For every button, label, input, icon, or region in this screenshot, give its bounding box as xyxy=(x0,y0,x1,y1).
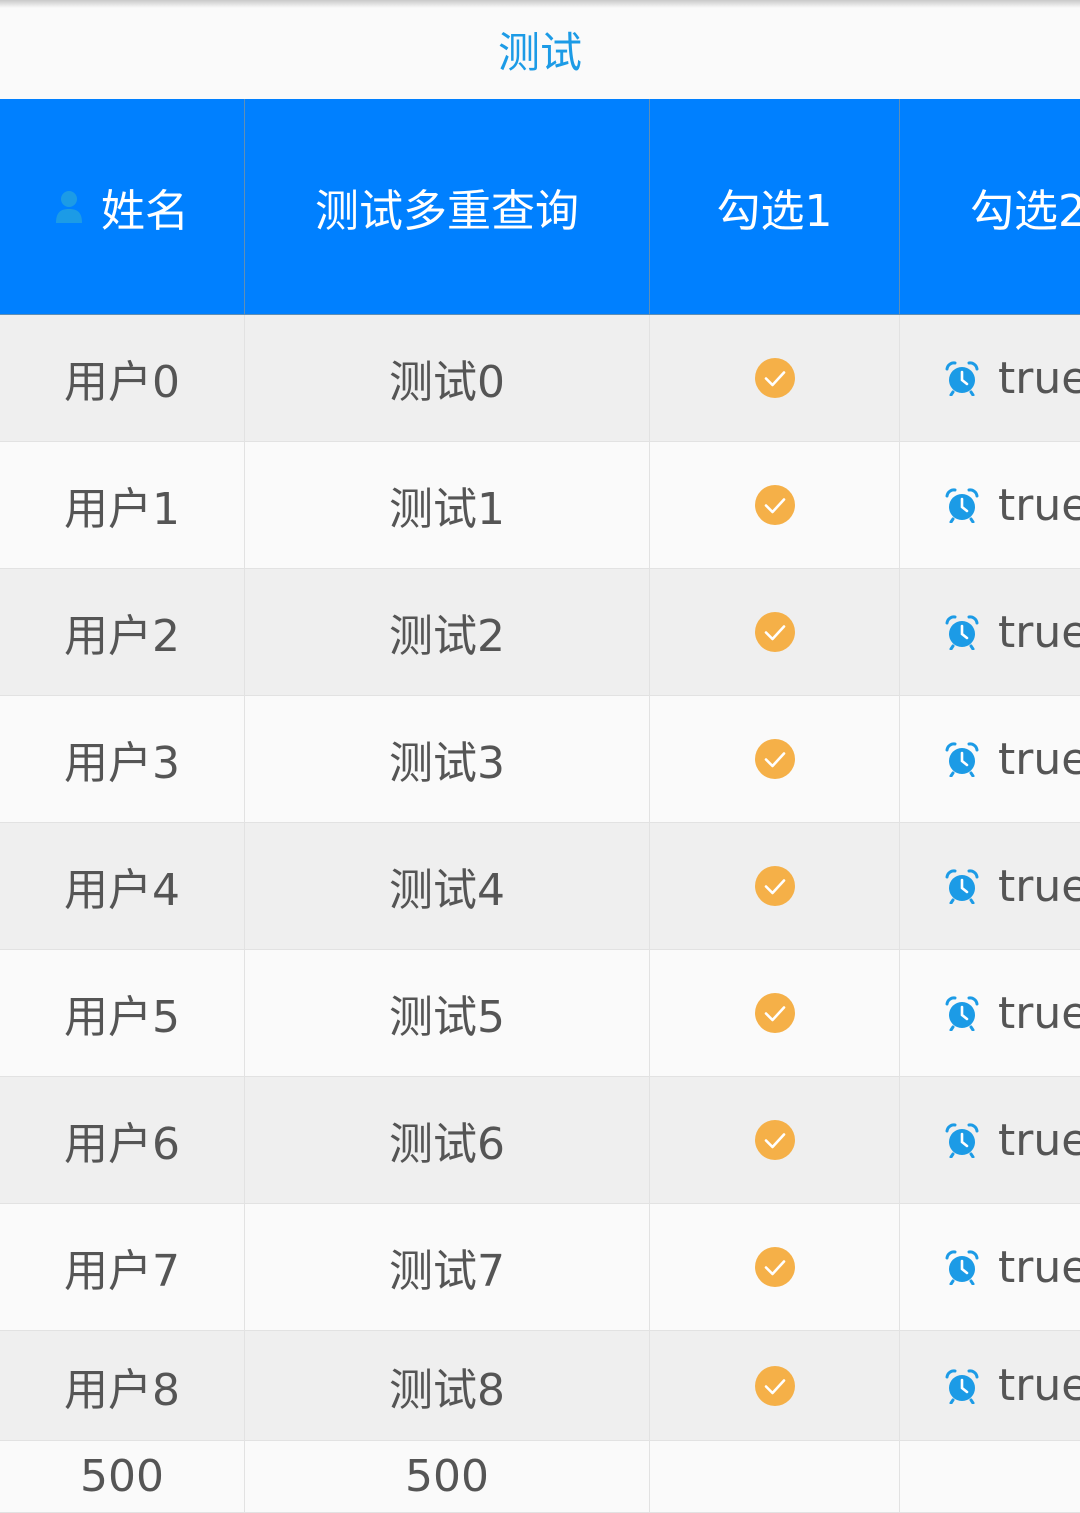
cell-text: 用户1 xyxy=(64,484,180,535)
cell-text: true xyxy=(998,606,1080,658)
check-circle-icon xyxy=(754,866,795,906)
cell-text: true xyxy=(998,1360,1080,1411)
table-cell-test[interactable]: 测试2 xyxy=(245,569,650,696)
cell-text: 用户6 xyxy=(64,1119,180,1170)
check-circle-icon xyxy=(754,485,795,525)
table-cell-test[interactable]: 测试1 xyxy=(245,442,650,569)
alarm-clock-icon xyxy=(945,361,979,396)
footer-text: 500 xyxy=(405,1451,489,1502)
page-title: 测试 xyxy=(497,28,582,77)
alarm-clock-icon xyxy=(945,1123,979,1158)
cell-text: 测试6 xyxy=(389,1119,505,1170)
cell-text: 用户0 xyxy=(64,357,180,408)
cell-text: true xyxy=(998,987,1080,1039)
table-cell-name[interactable]: 用户2 xyxy=(0,569,245,696)
table-cell-check2[interactable]: true xyxy=(900,1077,1080,1204)
table-cell-check1[interactable] xyxy=(650,442,900,569)
alarm-clock-icon xyxy=(945,488,979,523)
cell-text: true xyxy=(998,479,1080,531)
person-icon xyxy=(56,190,82,223)
table-cell-name[interactable]: 用户0 xyxy=(0,315,245,442)
table-footer-cell xyxy=(900,1441,1080,1513)
footer-text: 500 xyxy=(80,1451,164,1502)
cell-text: true xyxy=(998,352,1080,404)
alarm-clock-icon xyxy=(945,996,979,1031)
column-header-label: 姓名 xyxy=(101,185,189,237)
check-circle-icon xyxy=(754,1247,795,1287)
cell-text: 测试0 xyxy=(389,357,505,408)
cell-text: true xyxy=(998,860,1080,912)
cell-text: true xyxy=(998,1241,1080,1293)
table-cell-check1[interactable] xyxy=(650,569,900,696)
cell-text: 用户4 xyxy=(64,865,180,916)
alarm-clock-icon xyxy=(945,1368,979,1404)
cell-text: true xyxy=(998,733,1080,785)
check-circle-icon xyxy=(754,739,795,779)
table-cell-check1[interactable] xyxy=(650,1077,900,1204)
table-cell-name[interactable]: 用户1 xyxy=(0,442,245,569)
table-cell-check1[interactable] xyxy=(650,315,900,442)
table-cell-check2[interactable]: true xyxy=(900,442,1080,569)
table-cell-test[interactable]: 测试0 xyxy=(245,315,650,442)
table-cell-check1[interactable] xyxy=(650,823,900,950)
column-header-check1[interactable]: 勾选1 xyxy=(650,99,900,315)
table-cell-check1[interactable] xyxy=(650,1204,900,1331)
cell-text: 用户7 xyxy=(64,1246,180,1297)
table-cell-name[interactable]: 用户8 xyxy=(0,1331,245,1441)
cell-text: 用户5 xyxy=(64,992,180,1043)
table-cell-check1[interactable] xyxy=(650,696,900,823)
alarm-clock-icon xyxy=(945,615,979,650)
table-cell-test[interactable]: 测试8 xyxy=(245,1331,650,1441)
cell-text: 用户3 xyxy=(64,738,180,789)
column-header-label: 测试多重查询 xyxy=(315,185,579,237)
table-cell-test[interactable]: 测试7 xyxy=(245,1204,650,1331)
table-cell-check2[interactable]: true xyxy=(900,569,1080,696)
alarm-clock-icon xyxy=(945,742,979,777)
table-footer-cell: 500 xyxy=(0,1441,245,1513)
title-bar: 测试 xyxy=(0,0,1080,99)
table-cell-name[interactable]: 用户6 xyxy=(0,1077,245,1204)
table-cell-test[interactable]: 测试5 xyxy=(245,950,650,1077)
table-cell-check2[interactable]: true xyxy=(900,1331,1080,1441)
table-cell-name[interactable]: 用户7 xyxy=(0,1204,245,1331)
cell-text: 用户8 xyxy=(64,1364,180,1416)
cell-text: 测试1 xyxy=(389,484,505,535)
cell-text: 测试3 xyxy=(389,738,505,789)
table-cell-test[interactable]: 测试6 xyxy=(245,1077,650,1204)
table-cell-check2[interactable]: true xyxy=(900,1204,1080,1331)
table-cell-check2[interactable]: true xyxy=(900,950,1080,1077)
check-circle-icon xyxy=(754,612,795,652)
cell-text: 测试7 xyxy=(389,1246,505,1297)
cell-text: 测试5 xyxy=(389,992,505,1043)
alarm-clock-icon xyxy=(945,869,979,904)
table-cell-name[interactable]: 用户3 xyxy=(0,696,245,823)
status-shadow xyxy=(0,0,1080,8)
column-header-label: 勾选2 xyxy=(970,185,1080,237)
check-circle-icon xyxy=(754,1120,795,1160)
alarm-clock-icon xyxy=(945,1250,979,1285)
column-header-test[interactable]: 测试多重查询 xyxy=(245,99,650,315)
table-cell-check2[interactable]: true xyxy=(900,823,1080,950)
cell-text: 测试2 xyxy=(389,611,505,662)
column-header-name[interactable]: 姓名 xyxy=(0,99,245,315)
check-circle-icon xyxy=(754,1365,795,1406)
table-cell-name[interactable]: 用户5 xyxy=(0,950,245,1077)
check-circle-icon xyxy=(754,993,795,1033)
table-cell-check1[interactable] xyxy=(650,950,900,1077)
table-footer-cell: 500 xyxy=(245,1441,650,1513)
cell-text: 测试4 xyxy=(389,865,505,916)
table-cell-name[interactable]: 用户4 xyxy=(0,823,245,950)
cell-text: 测试8 xyxy=(389,1364,505,1416)
table-cell-test[interactable]: 测试3 xyxy=(245,696,650,823)
column-header-check2[interactable]: 勾选2 xyxy=(900,99,1080,315)
table-cell-check2[interactable]: true xyxy=(900,315,1080,442)
table-footer-cell xyxy=(650,1441,900,1513)
table-cell-test[interactable]: 测试4 xyxy=(245,823,650,950)
cell-text: true xyxy=(998,1114,1080,1166)
check-circle-icon xyxy=(754,358,795,398)
column-header-label: 勾选1 xyxy=(716,185,833,237)
table-cell-check2[interactable]: true xyxy=(900,696,1080,823)
table-cell-check1[interactable] xyxy=(650,1331,900,1441)
cell-text: 用户2 xyxy=(64,611,180,662)
